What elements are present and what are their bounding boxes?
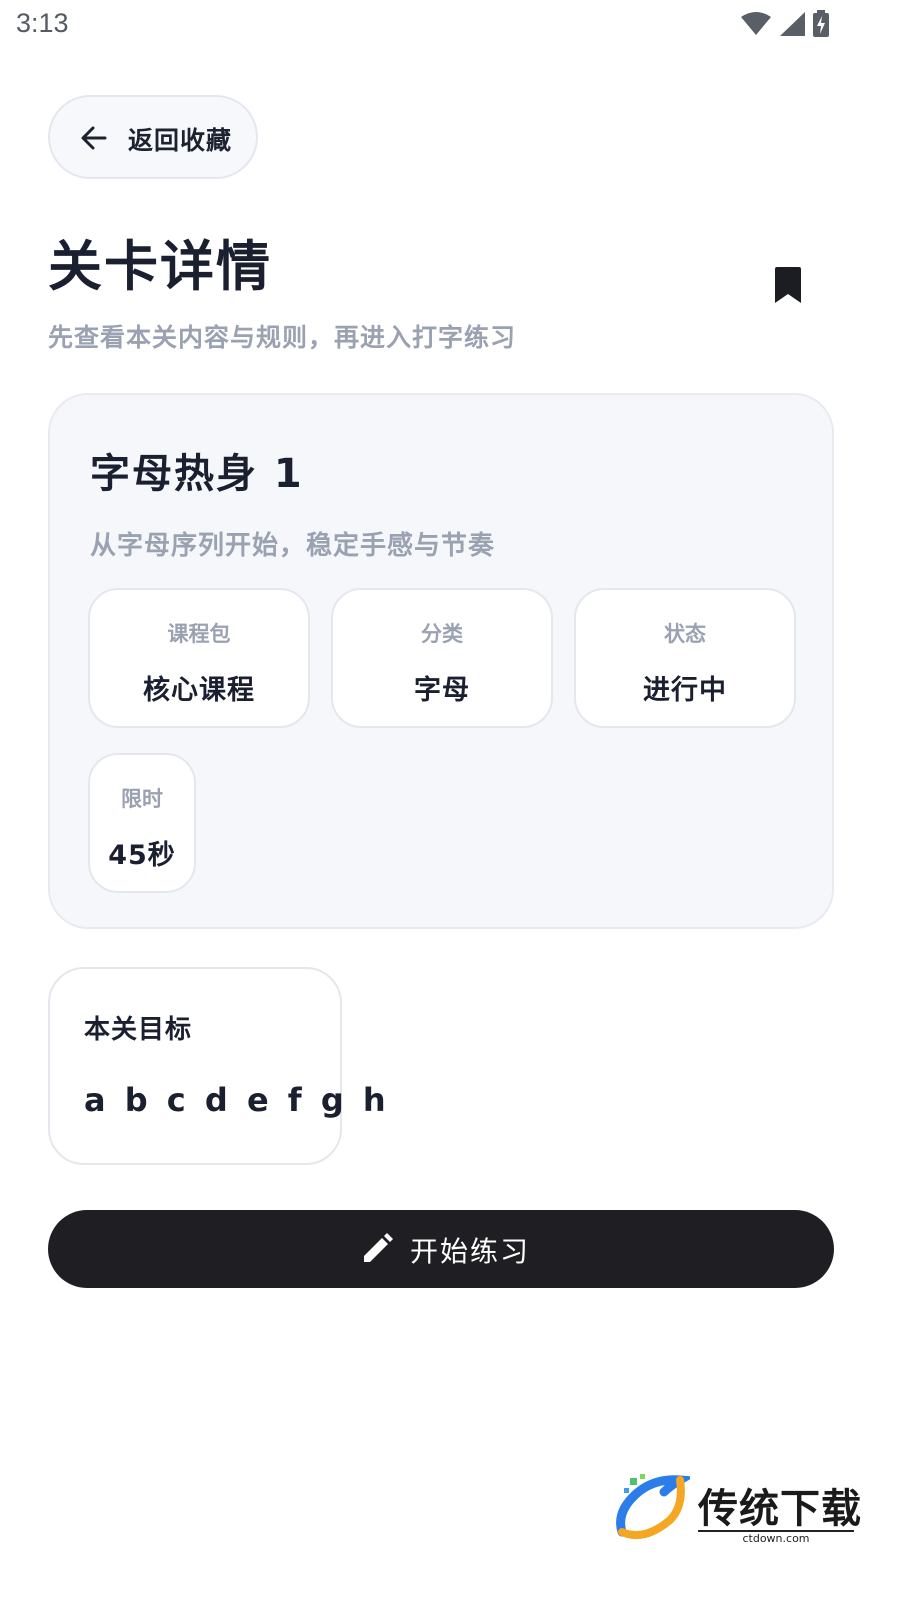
goal-card: 本关目标 a b c d e f g h bbox=[48, 967, 386, 1165]
back-to-favorites-button[interactable]: 返回收藏 bbox=[48, 95, 258, 179]
wifi-icon bbox=[741, 12, 771, 35]
start-button-label: 开始练习 bbox=[410, 1235, 531, 1268]
info-tile-time-limit: 限时 45秒 bbox=[88, 753, 196, 893]
level-name: 字母热身 1 bbox=[90, 451, 304, 497]
info-label: 限时 bbox=[121, 787, 163, 811]
info-label: 课程包 bbox=[167, 622, 231, 646]
goal-text: a b c d e f g h bbox=[84, 1081, 390, 1119]
signal-icon bbox=[780, 12, 805, 36]
status-icons bbox=[740, 10, 830, 38]
level-description: 从字母序列开始，稳定手感与节奏 bbox=[90, 531, 496, 561]
info-tile-category: 分类 字母 bbox=[331, 588, 553, 728]
info-tile-status: 状态 进行中 bbox=[574, 588, 796, 728]
info-value: 字母 bbox=[414, 675, 470, 706]
status-bar: 3:13 bbox=[0, 0, 900, 50]
bookmark-icon[interactable] bbox=[773, 266, 803, 304]
battery-charging-icon bbox=[813, 10, 829, 37]
watermark-logo: 传统下载 ctdown.com bbox=[614, 1470, 864, 1546]
watermark-text: 传统下载 bbox=[698, 1486, 862, 1532]
info-value: 核心课程 bbox=[143, 675, 255, 706]
info-value: 进行中 bbox=[643, 675, 727, 706]
info-value: 45秒 bbox=[108, 840, 176, 871]
watermark-subtext: ctdown.com bbox=[698, 1530, 854, 1545]
pencil-icon bbox=[364, 1233, 393, 1262]
page-title: 关卡详情 bbox=[48, 235, 272, 298]
level-detail-page: 3:13 返回收藏 关卡详情 先查看本关内容与规则，再进入打字练习 字母热身 1… bbox=[0, 0, 900, 1600]
info-label: 分类 bbox=[421, 622, 463, 646]
watermark-emblem-icon bbox=[616, 1474, 690, 1539]
start-practice-button[interactable]: 开始练习 bbox=[48, 1210, 834, 1288]
page-subtitle: 先查看本关内容与规则，再进入打字练习 bbox=[48, 323, 517, 352]
arrow-left-icon bbox=[81, 126, 107, 150]
back-button-label: 返回收藏 bbox=[128, 126, 233, 155]
info-tile-course-pack: 课程包 核心课程 bbox=[88, 588, 310, 728]
info-label: 状态 bbox=[664, 622, 706, 646]
status-time: 3:13 bbox=[16, 8, 69, 38]
level-card: 字母热身 1 从字母序列开始，稳定手感与节奏 课程包 核心课程 分类 字母 状态… bbox=[48, 393, 834, 929]
goal-title: 本关目标 bbox=[84, 1015, 193, 1045]
